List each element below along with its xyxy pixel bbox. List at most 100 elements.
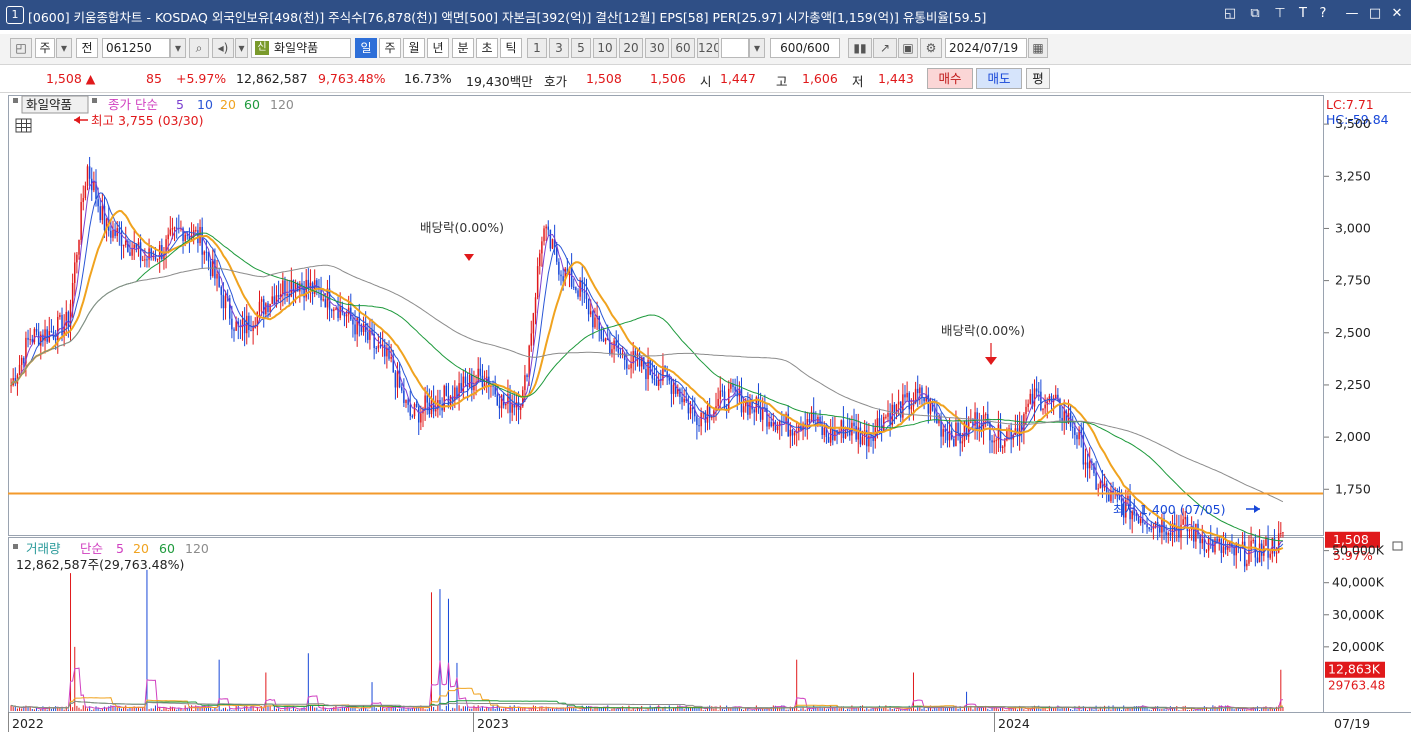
candle-body bbox=[59, 315, 61, 317]
help-icon[interactable]: ? bbox=[1314, 6, 1332, 21]
volume-panel-toggle-icon[interactable] bbox=[1392, 541, 1403, 551]
price-panel-stock-name: 화일약품 bbox=[26, 97, 72, 112]
candle-body bbox=[379, 345, 382, 347]
date-input[interactable]: 2024/07/19 bbox=[945, 38, 1027, 58]
candle-body bbox=[551, 239, 554, 249]
chart-area[interactable]: 화일약품 종가 단순 5 10 20 60 120 LC:7.71 HC:-59… bbox=[8, 95, 1411, 738]
interval-10[interactable]: 10 bbox=[593, 38, 617, 58]
period-tick[interactable]: 틱 bbox=[500, 38, 522, 58]
stock-code-input[interactable]: 061250 bbox=[102, 38, 170, 58]
candle-body bbox=[352, 319, 354, 325]
code-dropdown-icon[interactable]: ▾ bbox=[170, 38, 186, 58]
custom-interval-input[interactable] bbox=[721, 38, 749, 58]
chart-svg[interactable]: 화일약품 종가 단순 5 10 20 60 120 LC:7.71 HC:-59… bbox=[8, 95, 1411, 738]
pin-icon[interactable]: ⊤ bbox=[1271, 6, 1289, 21]
volume-value: 12,862,587 bbox=[236, 71, 308, 86]
interval-5[interactable]: 5 bbox=[571, 38, 591, 58]
volume-y-tick-label: 50,000K bbox=[1332, 543, 1385, 558]
candle-body bbox=[1048, 396, 1051, 402]
avg-button[interactable]: 평 bbox=[1026, 68, 1050, 89]
candle-body bbox=[401, 387, 403, 391]
volume-panel-frame bbox=[8, 537, 1324, 713]
candle-body bbox=[1216, 538, 1218, 542]
sell-button[interactable]: 매도 bbox=[976, 68, 1022, 89]
candle-body bbox=[167, 234, 169, 240]
draw-tools-icon[interactable]: ↗ bbox=[873, 38, 897, 58]
interval-20[interactable]: 20 bbox=[619, 38, 643, 58]
period-week[interactable]: 주 bbox=[379, 38, 401, 58]
candle-type-icon[interactable]: ▮▮ bbox=[848, 38, 872, 58]
volume-handle-icon[interactable] bbox=[13, 544, 18, 549]
buy-button[interactable]: 매수 bbox=[927, 68, 973, 89]
low-label: 저 bbox=[852, 74, 864, 89]
candle-body bbox=[859, 427, 862, 445]
candle-body bbox=[717, 398, 719, 407]
volume-y-tick-label: 20,000K bbox=[1332, 639, 1385, 654]
candle-body bbox=[71, 282, 74, 304]
screen-icon[interactable]: ◱ bbox=[1221, 6, 1239, 21]
volume-ratio: 9,763.48% bbox=[318, 71, 386, 86]
period-second[interactable]: 초 bbox=[476, 38, 498, 58]
candle-body bbox=[942, 429, 944, 437]
candle-body bbox=[131, 248, 133, 256]
candle-body bbox=[243, 319, 246, 334]
candle-body bbox=[411, 415, 414, 417]
candle-body bbox=[405, 399, 407, 403]
candle-body bbox=[144, 259, 146, 261]
panel-handle-icon[interactable] bbox=[13, 98, 18, 103]
candle-body bbox=[1184, 516, 1187, 520]
copy-window-icon[interactable]: ⧉ bbox=[1246, 6, 1264, 21]
candle-body bbox=[615, 340, 617, 346]
save-icon[interactable]: ▣ bbox=[898, 38, 918, 58]
settings-icon[interactable]: ⚙ bbox=[920, 38, 942, 58]
market-dropdown-icon[interactable]: ▾ bbox=[56, 38, 72, 58]
dividend-label-2: 배당락(0.00%) bbox=[941, 323, 1025, 338]
period-day[interactable]: 일 bbox=[355, 38, 377, 58]
candle-body bbox=[1044, 404, 1046, 409]
candle-body bbox=[76, 254, 78, 263]
speaker-icon[interactable]: ◂) bbox=[212, 38, 234, 58]
candle-body bbox=[335, 308, 337, 310]
calendar-icon[interactable]: ▦ bbox=[1028, 38, 1048, 58]
open-label: 시 bbox=[700, 74, 712, 89]
search-icon[interactable]: ⌕ bbox=[189, 38, 209, 58]
window-number-badge[interactable]: 1 bbox=[6, 6, 24, 24]
market-select[interactable]: 주 bbox=[35, 38, 55, 58]
interval-3[interactable]: 3 bbox=[549, 38, 569, 58]
candle-body bbox=[267, 303, 269, 312]
interval-60[interactable]: 60 bbox=[671, 38, 695, 58]
candle-body bbox=[1186, 516, 1189, 532]
candle-body bbox=[543, 228, 545, 242]
price-y-tick-label: 2,250 bbox=[1335, 377, 1371, 392]
candle-body bbox=[1169, 533, 1172, 536]
period-year[interactable]: 년 bbox=[427, 38, 449, 58]
stock-name-field[interactable]: 신 화일약품 bbox=[251, 38, 351, 58]
candle-body bbox=[651, 374, 654, 379]
candle-body bbox=[999, 424, 1002, 448]
candle-body bbox=[201, 226, 203, 255]
close-icon[interactable]: ✕ bbox=[1388, 6, 1406, 21]
candle-body bbox=[1139, 518, 1142, 524]
interval-120[interactable]: 120 bbox=[697, 38, 719, 58]
ma-60-label: 60 bbox=[244, 97, 260, 112]
candle-body bbox=[1001, 446, 1004, 448]
data-count-input[interactable]: 600/600 bbox=[770, 38, 840, 58]
interval-1[interactable]: 1 bbox=[527, 38, 547, 58]
period-minute[interactable]: 분 bbox=[452, 38, 474, 58]
candle-body bbox=[1040, 391, 1042, 411]
layout-icon[interactable]: ◰ bbox=[10, 38, 32, 58]
candle-body bbox=[1275, 552, 1278, 554]
candle-body bbox=[224, 296, 227, 309]
candle-body bbox=[214, 259, 216, 279]
low-mark-label: 최저 1,400 (07/05) bbox=[1113, 502, 1226, 517]
candle-body bbox=[233, 329, 235, 331]
interval-30[interactable]: 30 bbox=[645, 38, 669, 58]
maximize-icon[interactable]: □ bbox=[1366, 6, 1384, 21]
interval-dropdown-icon[interactable]: ▾ bbox=[749, 38, 765, 58]
minimize-icon[interactable]: — bbox=[1343, 6, 1361, 21]
period-month[interactable]: 월 bbox=[403, 38, 425, 58]
grid-table-icon[interactable] bbox=[15, 118, 32, 133]
speaker-dropdown-icon[interactable]: ▾ bbox=[235, 38, 248, 58]
font-icon[interactable]: T bbox=[1294, 6, 1312, 21]
all-button[interactable]: 전 bbox=[76, 38, 98, 58]
